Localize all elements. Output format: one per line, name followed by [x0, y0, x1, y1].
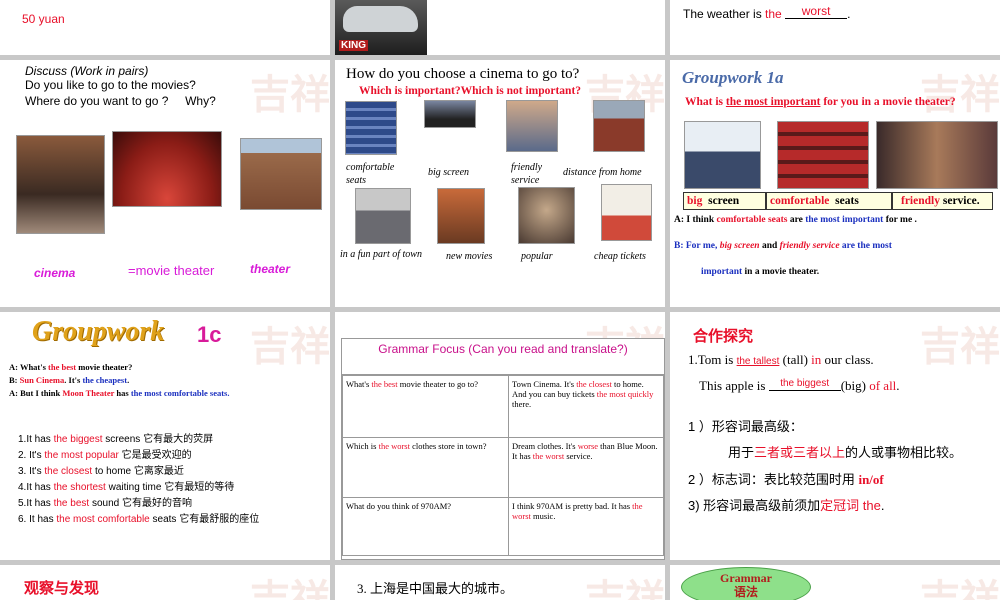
discuss-title: Discuss (Work in pairs): [25, 64, 149, 78]
theater-photo: [240, 138, 322, 210]
movie-theater-label: =movie theater: [128, 263, 215, 278]
grammar-focus-box: Grammar Focus (Can you read and translat…: [341, 338, 665, 560]
dialog-line-2: B: Sun Cinema. It's the cheapest.: [9, 375, 130, 385]
dialog-line-1: A: What's the best movie theater?: [9, 362, 133, 372]
shanghai-sentence: 3. 上海是中国最大的城市。: [357, 581, 514, 596]
popular-photo: [518, 187, 575, 244]
label-distance: distance from home: [563, 167, 642, 178]
label-big-screen: big screen: [428, 167, 470, 178]
cinema-photo: [16, 135, 105, 234]
distance-photo: [593, 100, 645, 152]
slide-cooperate: 吉祥 合作探究 1.Tom is the tallest (tall) in o…: [670, 312, 1000, 560]
slide-price: 50 yuan: [0, 0, 330, 55]
reason-item: 4.It has the shortest waiting time 它有最短的…: [18, 482, 235, 493]
slide-car: KING: [335, 0, 665, 55]
weather-sentence: The weather is the worst.: [683, 4, 851, 21]
table-row: What's the best movie theater to go to? …: [342, 375, 664, 438]
label-friendly-service: friendly service: [511, 162, 543, 186]
groupwork-1a-question: What is the most important for you in a …: [685, 96, 956, 108]
reason-item: 3. It's the closest to home 它离家最近: [18, 466, 184, 477]
groupwork-1c-number: 1c: [197, 322, 222, 347]
grammar-button[interactable]: Grammar 语法: [681, 567, 811, 600]
rule-1: 1 ）形容词最高级：: [688, 419, 803, 434]
service-photo: [506, 100, 558, 152]
exercise-1: 1.Tom is the tallest (tall) in our class…: [688, 352, 874, 367]
tickets-photo: [601, 184, 652, 241]
label-comfortable-seats: comfortable seats: [346, 162, 395, 186]
table-row: What do you think of 970AM? I think 970A…: [342, 497, 664, 556]
label-fun-part: in a fun part of town: [340, 249, 422, 260]
reason-item: 1.It has the biggest screens 它有最大的荧屏: [18, 434, 214, 445]
discuss-q1: Do you like to go to the movies?: [25, 78, 196, 92]
rule-1-detail: 用于三者或三者以上的人或事物相比较。: [728, 445, 963, 460]
grammar-focus-table: What's the best movie theater to go to? …: [342, 375, 664, 556]
grammar-focus-title: Grammar Focus (Can you read and translat…: [342, 339, 664, 375]
choose-title: How do you choose a cinema to go to?: [346, 66, 580, 82]
reason-item: 2. It's the most popular 它是最受欢迎的: [18, 450, 192, 461]
choose-subtitle: Which is important?Which is not importan…: [359, 85, 582, 97]
reason-item: 5.It has the best sound 它有最好的音响: [18, 498, 192, 509]
movies-photo: [437, 188, 485, 244]
answer-b: B: For me, big screen and friendly servi…: [674, 241, 892, 251]
answer-b-line2: important in a movie theater.: [701, 267, 820, 277]
cinema-label: cinema: [34, 266, 76, 280]
slide-discuss: 吉祥 Discuss (Work in pairs) Do you like t…: [0, 60, 330, 307]
cooperate-title: 合作探究: [693, 328, 754, 345]
grammar-button-label-cn: 语法: [733, 585, 758, 599]
rule-3: 3) 形容词最高级前须加定冠词 the.: [688, 498, 885, 513]
slide-observe: 吉祥 观察与发现: [0, 565, 330, 600]
big-screen-photo: [684, 121, 761, 189]
slide-groupwork-1a: 吉祥 Groupwork 1a What is the most importa…: [670, 60, 1000, 307]
grammar-button-label: Grammar: [720, 571, 772, 585]
slide-choose: 吉祥 How do you choose a cinema to go to? …: [335, 60, 665, 307]
slide-weather: The weather is the worst.: [670, 0, 1000, 55]
groupwork-1a-title: Groupwork 1a: [682, 68, 784, 87]
discuss-q2: Where do you want to go ? Why?: [25, 94, 216, 108]
seats-photo: [345, 101, 397, 155]
service-photo-2: [876, 121, 998, 189]
car-photo: KING: [335, 0, 427, 55]
label-new-movies: new movies: [446, 251, 493, 262]
option-friendly-service: friendly service.: [892, 192, 993, 210]
slide-grammar-focus: 吉祥 Grammar Focus (Can you read and trans…: [335, 312, 665, 560]
auditorium-photo: [112, 131, 222, 207]
observe-title: 观察与发现: [24, 580, 100, 597]
label-popular: popular: [521, 251, 553, 262]
label-cheap-tickets: cheap tickets: [594, 251, 646, 262]
reason-list: 1.It has the biggest screens 它有最大的荧屏 2. …: [18, 432, 259, 528]
town-photo: [355, 188, 411, 244]
price-text: 50 yuan: [22, 12, 65, 26]
answer-a: A: I think comfortable seats are the mos…: [674, 215, 917, 225]
king-logo: KING: [339, 40, 368, 51]
groupwork-1c-title: Groupwork: [32, 316, 165, 347]
option-big-screen: big screen: [683, 192, 766, 210]
rule-2: 2 ）标志词：表比较范围时用 in/of: [688, 472, 884, 487]
slide-groupwork-1c: 吉祥 Groupwork 1c A: What's the best movie…: [0, 312, 330, 560]
table-row: Which is the worst clothes store in town…: [342, 437, 664, 498]
reason-item: 6. It has the most comfortable seats 它有最…: [18, 514, 260, 525]
slide-shanghai: 吉祥 3. 上海是中国最大的城市。: [335, 565, 665, 600]
exercise-2: This apple is the biggest (big) of all.: [699, 378, 900, 395]
seats-photo-2: [777, 121, 869, 189]
slide-grammar: 吉祥 Grammar 语法: [670, 565, 1000, 600]
option-comfortable-seats: comfortable seats: [766, 192, 892, 210]
theater-label: theater: [250, 262, 291, 276]
dialog-line-3: A: But I think Moon Theater has the most…: [9, 388, 230, 398]
screen-photo: [424, 100, 476, 128]
